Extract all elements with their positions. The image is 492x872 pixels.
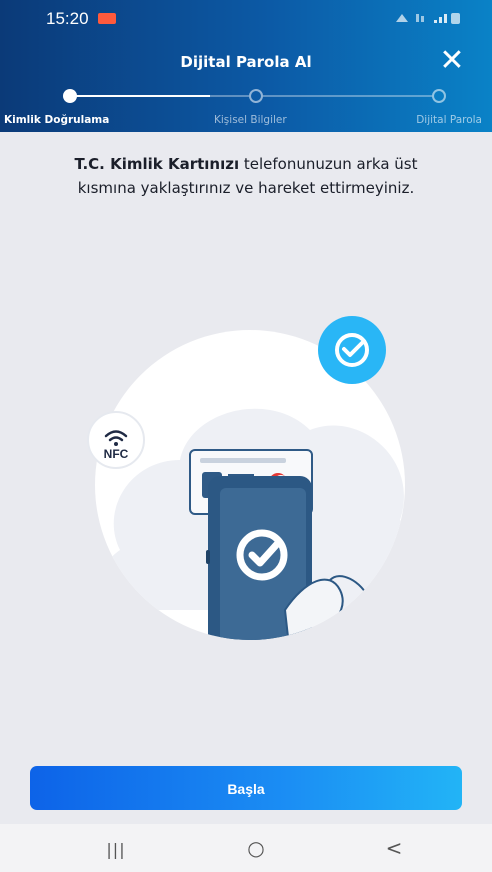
status-icons <box>394 10 464 30</box>
nfc-icon: NFC <box>87 411 145 469</box>
close-icon: ✕ <box>439 43 465 78</box>
step-dot-2 <box>249 89 263 103</box>
app-header: 15:20 Dijital Parola Al ✕ Kimlik Doğrula… <box>0 0 492 132</box>
instruction-text: T.C. Kimlik Kartınızı telefonunuzun arka… <box>50 152 442 200</box>
step-dot-3 <box>432 89 446 103</box>
status-bar: 15:20 <box>0 0 492 36</box>
screen-record-icon <box>98 13 116 24</box>
step-label-2: Kişisel Bilgiler <box>214 114 287 126</box>
back-icon: < <box>385 836 403 860</box>
status-time: 15:20 <box>46 9 89 28</box>
close-button[interactable]: ✕ <box>436 46 468 78</box>
recents-icon: ||| <box>106 840 126 859</box>
page-title: Dijital Parola Al <box>180 53 312 71</box>
signal-icon <box>396 13 460 24</box>
step-track-done <box>70 95 210 97</box>
instruction-bold: T.C. Kimlik Kartınızı <box>74 155 240 173</box>
start-button[interactable]: Başla <box>30 766 462 810</box>
nfc-illustration: NFC <box>87 316 405 640</box>
nfc-label: NFC <box>104 447 129 461</box>
step-track-pending <box>210 95 440 97</box>
step-label-3: Dijital Parola <box>416 114 482 126</box>
recents-button[interactable]: ||| <box>96 832 136 864</box>
progress-stepper: Kimlik Doğrulama Kişisel Bilgiler Dijita… <box>0 86 492 132</box>
home-button[interactable]: ○ <box>236 832 276 864</box>
back-button[interactable]: < <box>374 832 414 864</box>
home-icon: ○ <box>247 836 265 860</box>
step-label-1: Kimlik Doğrulama <box>4 114 110 126</box>
system-nav-bar: ||| ○ < <box>0 824 492 872</box>
step-dot-1 <box>63 89 77 103</box>
check-badge-icon <box>318 316 386 384</box>
